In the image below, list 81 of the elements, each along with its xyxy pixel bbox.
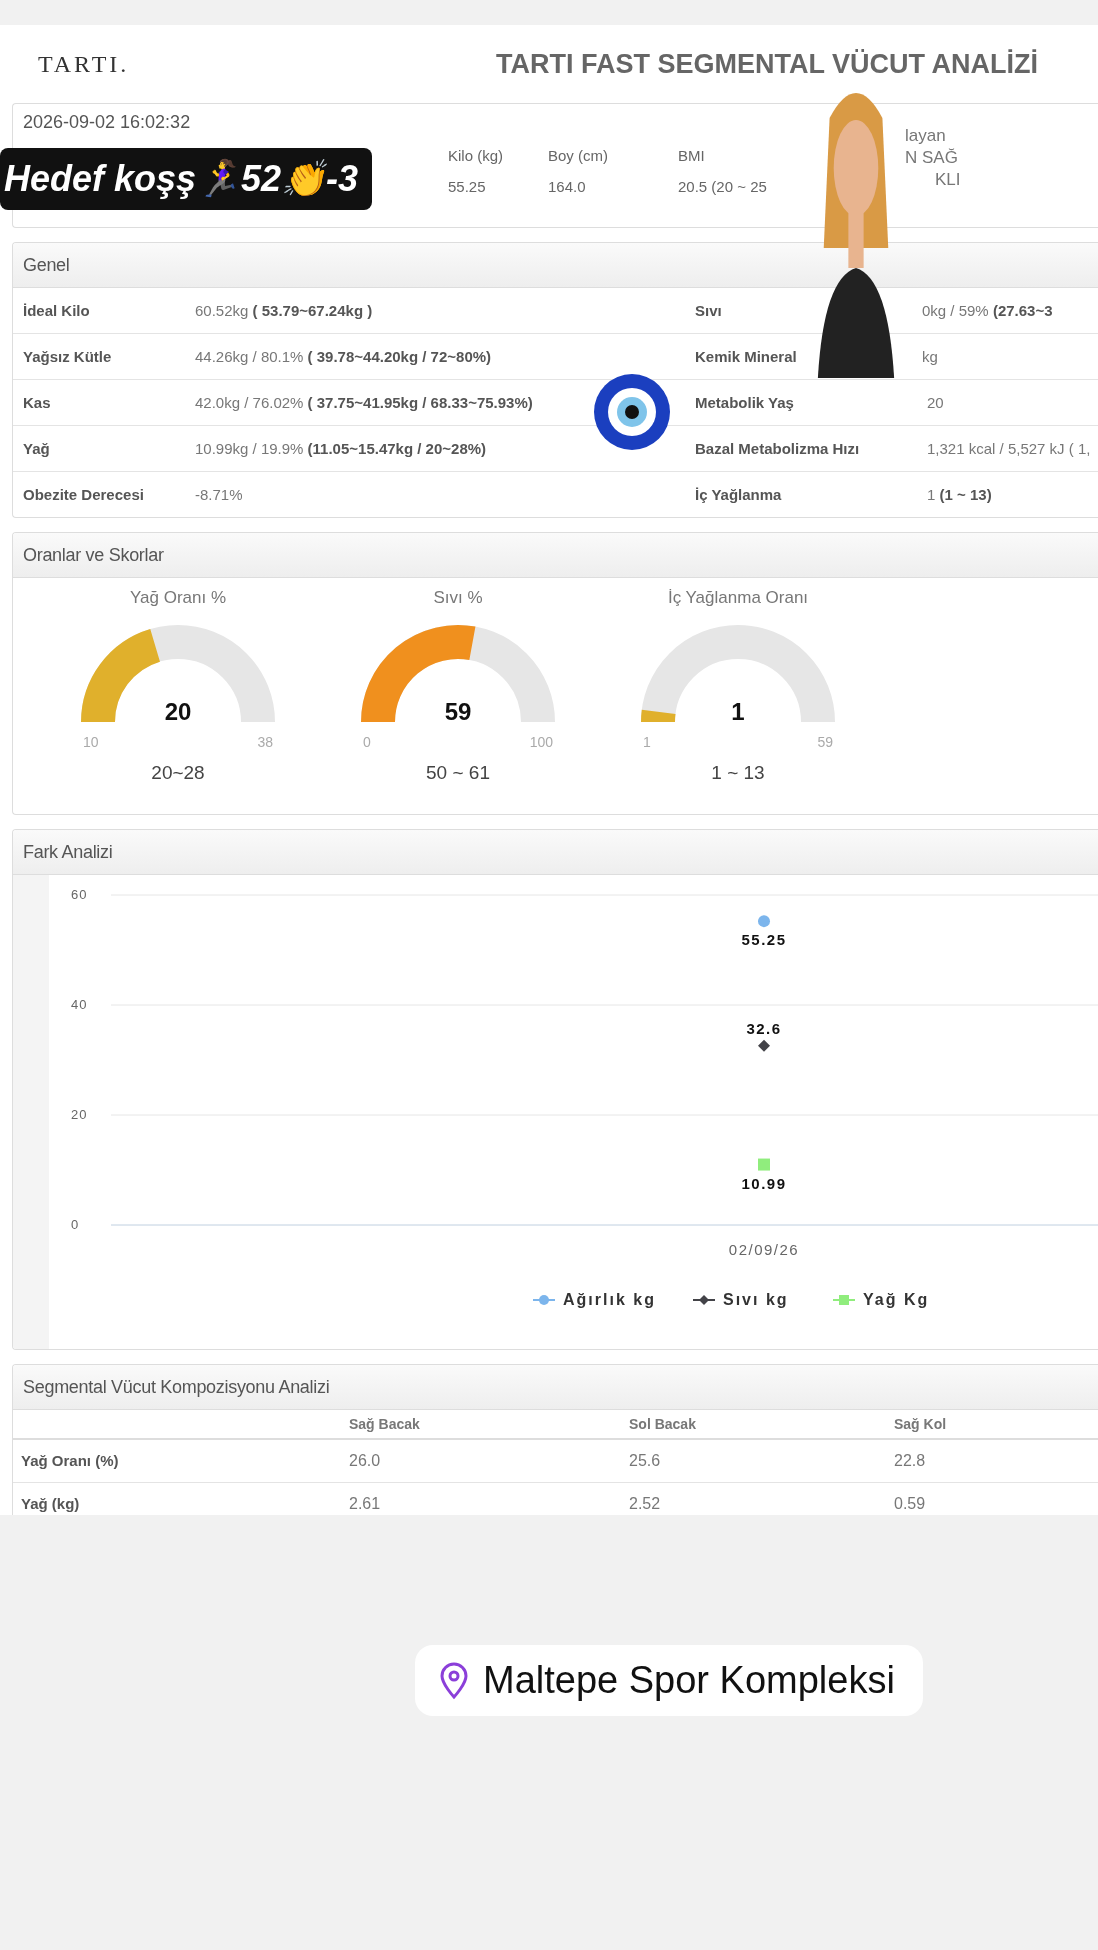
location-name: Maltepe Spor Kompleksi xyxy=(483,1659,895,1702)
info-value: 20.5 (20 ~ 25 xyxy=(678,178,768,195)
gauge-max: 59 xyxy=(817,734,833,750)
metric-value: 60.52kg ( 53.79~67.24kg ) xyxy=(195,302,374,319)
data-point xyxy=(758,915,770,928)
metric-value: 20 xyxy=(927,394,945,411)
metric-value: 44.26kg / 80.1% ( 39.78~44.20kg / 72~80%) xyxy=(195,348,493,365)
metric-label: İç Yağlanma xyxy=(695,486,783,503)
metric-value: -8.71% xyxy=(195,486,244,503)
row-label: Yağ Oranı (%) xyxy=(13,1440,349,1483)
data-point xyxy=(758,1039,770,1052)
data-label: 32.6 xyxy=(746,1019,782,1037)
metric-label: Yağ xyxy=(23,440,51,457)
metric-label: İdeal Kilo xyxy=(23,302,91,319)
panel-title: Segmental Vücut Kompozisyonu Analizi xyxy=(23,1376,330,1398)
text-sticker: Hedef koşş🏃‍♀52👏-3 xyxy=(0,148,373,210)
legend-marker-icon xyxy=(832,1295,856,1305)
measurement-date: 2026-09-02 16:02:32 xyxy=(23,112,192,133)
info-value: 164.0 xyxy=(548,178,587,195)
partial-text: layan xyxy=(905,126,947,146)
panel-title: Oranlar ve Skorlar xyxy=(23,544,164,566)
metric-value: 1,321 kcal / 5,527 kJ ( 1, xyxy=(927,440,1092,457)
metric-value: 0kg / 59% (27.63~3 xyxy=(922,302,1054,319)
metric-label: Metabolik Yaş xyxy=(695,394,795,411)
table-cell: 0.59 xyxy=(894,1483,1098,1515)
data-label: 10.99 xyxy=(741,1174,787,1192)
location-pin-icon xyxy=(439,1661,469,1700)
evil-eye-icon xyxy=(592,372,672,452)
gauge-value: 1 xyxy=(731,698,745,725)
gauge-title: Sıvı % xyxy=(433,588,483,608)
row-label: Yağ (kg) xyxy=(13,1483,349,1515)
gauge-range: 1 ~ 13 xyxy=(711,762,765,784)
gauge-title: Yağ Oranı % xyxy=(129,588,227,608)
partial-text: KLI xyxy=(935,170,961,190)
panel-title: Genel xyxy=(23,254,70,276)
info-value: 55.25 xyxy=(448,178,487,195)
data-label: 55.25 xyxy=(741,931,787,949)
table-cell: 22.8 xyxy=(894,1440,1098,1483)
table-cell: 2.61 xyxy=(349,1483,629,1515)
column-header: Sol Bacak xyxy=(629,1410,894,1440)
gauge-min: 1 xyxy=(643,734,651,750)
metric-label: Obezite Derecesi xyxy=(23,486,145,503)
legend-marker-icon xyxy=(692,1295,716,1305)
legend-label: Sıvı kg xyxy=(723,1291,789,1308)
gauge-range: 50 ~ 61 xyxy=(426,762,490,784)
info-column-label: BMI xyxy=(678,147,706,164)
y-tick-label: 0 xyxy=(71,1217,80,1232)
gauge-title: İç Yağlanma Oranı xyxy=(667,588,809,608)
info-column-label: Kilo (kg) xyxy=(448,147,504,164)
gauge-value: 20 xyxy=(164,698,192,725)
brand-logo: TARTI. xyxy=(38,50,130,78)
y-tick-label: 40 xyxy=(71,997,88,1012)
info-column-label: Boy (cm) xyxy=(548,147,609,164)
column-header: Sağ Kol xyxy=(894,1410,1098,1440)
table-cell: 2.52 xyxy=(629,1483,894,1515)
legend-label: Ağırlık kg xyxy=(563,1291,656,1308)
y-tick-label: 60 xyxy=(71,887,88,902)
metric-label: Kas xyxy=(23,394,52,411)
metric-label: Yağsız Kütle xyxy=(23,348,113,365)
metric-value: 42.0kg / 76.02% ( 37.75~41.95kg / 68.33~75.93%) xyxy=(195,394,534,411)
table-cell: 26.0 xyxy=(349,1440,629,1483)
gauge-range: 20~28 xyxy=(151,762,205,784)
metric-label: Bazal Metabolizma Hızı xyxy=(695,440,861,457)
panel-title: Fark Analizi xyxy=(23,841,113,863)
gauge-min: 10 xyxy=(83,734,99,750)
metric-value: 1 (1 ~ 13) xyxy=(927,486,993,503)
gauge-max: 38 xyxy=(257,734,273,750)
legend-marker-icon xyxy=(532,1295,556,1305)
legend-label: Yağ Kg xyxy=(863,1291,930,1308)
data-point xyxy=(758,1158,770,1171)
column-header: Sağ Bacak xyxy=(349,1410,629,1440)
partial-text: N SAĞ xyxy=(905,148,959,168)
table-cell: 25.6 xyxy=(629,1440,894,1483)
gauge-max: 100 xyxy=(529,734,553,750)
x-tick-label: 02/09/26 xyxy=(728,1241,800,1258)
y-tick-label: 20 xyxy=(71,1107,88,1122)
gauge-value: 59 xyxy=(444,698,472,725)
metric-value: kg xyxy=(922,348,939,365)
gauge-min: 0 xyxy=(363,734,371,750)
metric-value: 10.99kg / 19.9% (11.05~15.47kg / 20~28%) xyxy=(195,440,488,457)
report-title: TARTI FAST SEGMENTAL VÜCUT ANALİZİ xyxy=(496,48,1038,80)
